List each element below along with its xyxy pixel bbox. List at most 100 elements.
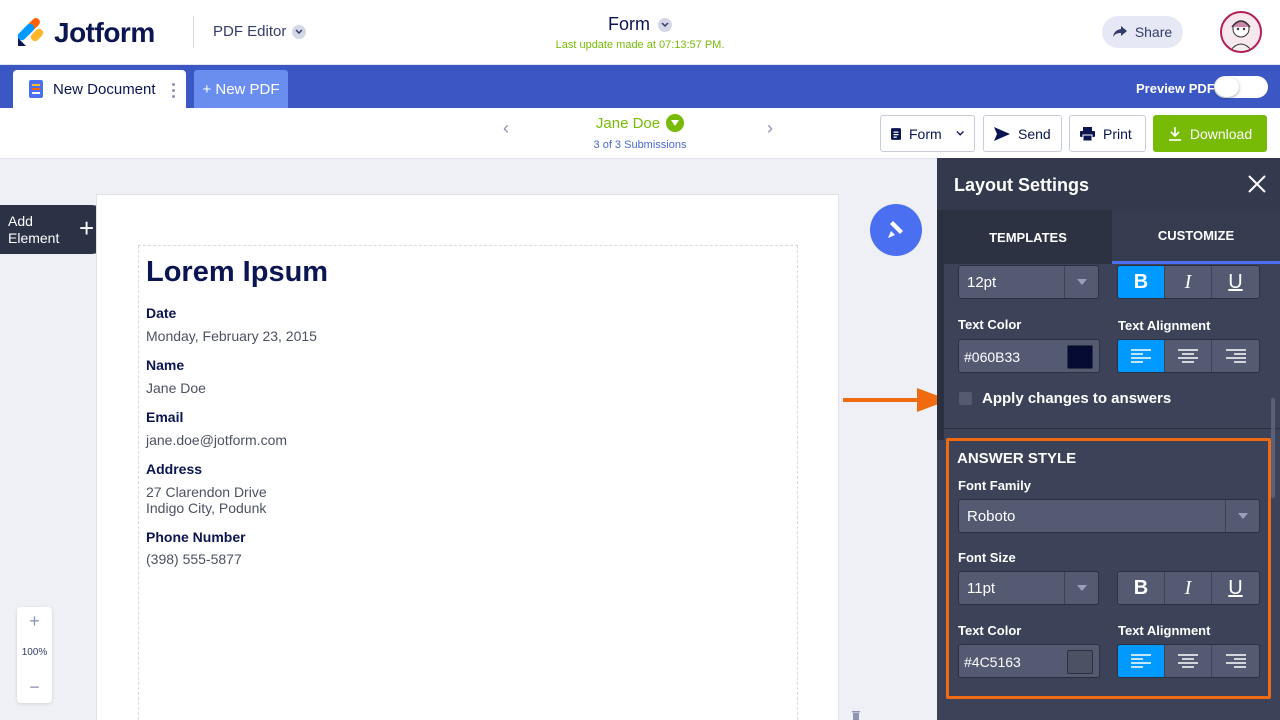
question-text-color-input[interactable]: #060B33 [958,339,1100,373]
prev-submission-icon[interactable]: ‹ [503,118,509,139]
align-left-icon [1131,349,1151,363]
download-label: Download [1189,125,1253,142]
submission-name: Jane Doe [595,114,661,132]
user-avatar[interactable] [1220,11,1262,53]
pdf-page: Lorem Ipsum Date Monday, February 23, 20… [96,194,839,720]
bold-button[interactable]: B [1118,266,1165,298]
send-icon [994,126,1010,141]
add-element-line2: Element [8,230,60,246]
download-icon [1168,126,1181,141]
apply-changes-checkbox[interactable] [959,392,972,405]
print-icon [1080,126,1095,141]
question-alignment-buttons [1117,339,1260,373]
align-center-icon [1178,349,1198,363]
chevron-down-icon [1064,266,1098,298]
zoom-out-button[interactable]: − [17,677,52,698]
zoom-in-button[interactable]: + [17,611,52,632]
align-right-button[interactable] [1212,340,1259,372]
submission-count: 3 of 3 Submissions [593,139,687,151]
question-font-size-select[interactable]: 12pt [958,265,1099,299]
tab-new-document[interactable]: New Document [13,70,186,108]
last-update-text: Last update made at 07:13:57 PM. [555,39,725,51]
chevron-down-icon [658,17,672,32]
field-value: Jane Doe [146,380,206,396]
share-button[interactable]: Share [1102,16,1183,48]
text-alignment-label: Text Alignment [1118,318,1211,333]
field-label: Name [146,357,185,373]
document-tab-bar: New Document + New PDF Preview PDF [0,65,1280,108]
download-button[interactable]: Download [1153,115,1267,152]
panel-header: Layout Settings [937,158,1280,210]
new-pdf-button[interactable]: + New PDF [194,70,288,108]
pdf-editor-dropdown[interactable]: PDF Editor [213,23,307,40]
tab-customize[interactable]: CUSTOMIZE [1112,210,1280,264]
chevron-down-icon [956,130,964,136]
annotation-arrow-icon [843,388,949,412]
submission-selector[interactable]: Jane Doe [560,114,720,132]
document-content-area[interactable]: Lorem Ipsum Date Monday, February 23, 20… [138,245,798,720]
more-options-icon[interactable] [172,83,176,101]
field-value: Monday, February 23, 2015 [146,328,317,344]
font-size-value: 12pt [967,274,997,291]
section-divider [944,428,1280,429]
underline-button[interactable]: U [1212,266,1259,298]
preview-pdf-toggle[interactable] [1214,76,1268,98]
align-right-icon [1225,349,1246,363]
align-center-button[interactable] [1165,340,1212,372]
panel-scrollbar[interactable] [1271,398,1275,498]
next-submission-icon[interactable]: › [767,118,773,139]
avatar-illustration [1229,20,1253,51]
align-left-button[interactable] [1118,340,1165,372]
document-icon [29,80,43,98]
form-icon [891,127,901,140]
send-label: Send [1018,125,1051,142]
paint-roller-icon [888,221,903,238]
field-label: Email [146,409,184,425]
brand-name: Jotform [54,17,155,48]
tab-templates[interactable]: TEMPLATES [944,210,1112,264]
panel-title: Layout Settings [954,175,1090,195]
form-title-dropdown[interactable]: Form [608,14,672,35]
italic-button[interactable]: I [1165,266,1212,298]
field-value: 27 Clarendon Drive [146,484,267,500]
form-dropdown-button[interactable]: Form [880,115,975,152]
submission-toolbar: ‹ Jane Doe 3 of 3 Submissions › Form Sen… [0,108,1280,159]
field-value: (398) 555-5877 [146,551,242,567]
field-label: Phone Number [146,529,246,545]
close-icon[interactable] [1247,174,1267,194]
panel-tabs: TEMPLATES CUSTOMIZE [944,210,1280,264]
jotform-logo-icon [17,18,44,46]
form-button-label: Form [909,125,942,142]
plus-icon: + [79,213,95,243]
print-button[interactable]: Print [1069,115,1146,152]
send-button[interactable]: Send [983,115,1062,152]
preview-pdf-label: Preview PDF [1136,81,1215,96]
text-color-label: Text Color [958,317,1022,332]
answer-style-highlight [946,438,1271,699]
trash-icon[interactable] [851,710,861,720]
zoom-level: 100% [21,647,48,658]
tab-document-label: New Document [53,80,156,98]
field-label: Address [146,461,203,477]
share-label: Share [1134,24,1173,40]
field-label: Date [146,305,177,321]
question-format-buttons: B I U [1117,265,1260,299]
design-brush-button[interactable] [870,204,922,256]
document-heading[interactable]: Lorem Ipsum [146,256,328,289]
chevron-down-icon [666,114,685,132]
header-divider [193,16,194,48]
add-element-line1: Add [8,213,33,229]
add-element-label: Add Element [8,213,59,247]
pdf-editor-label: PDF Editor [213,23,287,40]
jotform-logo[interactable]: Jotform [16,17,155,49]
form-title-area: Form Last update made at 07:13:57 PM. [556,14,725,51]
share-icon [1112,26,1127,37]
toggle-knob [1215,77,1239,97]
color-swatch[interactable] [1067,345,1093,369]
field-value: jane.doe@jotform.com [146,432,288,448]
field-value: Indigo City, Podunk [146,500,267,516]
form-title: Form [608,14,650,34]
chevron-down-icon [292,24,307,39]
color-value: #060B33 [964,349,1021,365]
apply-changes-label[interactable]: Apply changes to answers [982,390,1171,407]
